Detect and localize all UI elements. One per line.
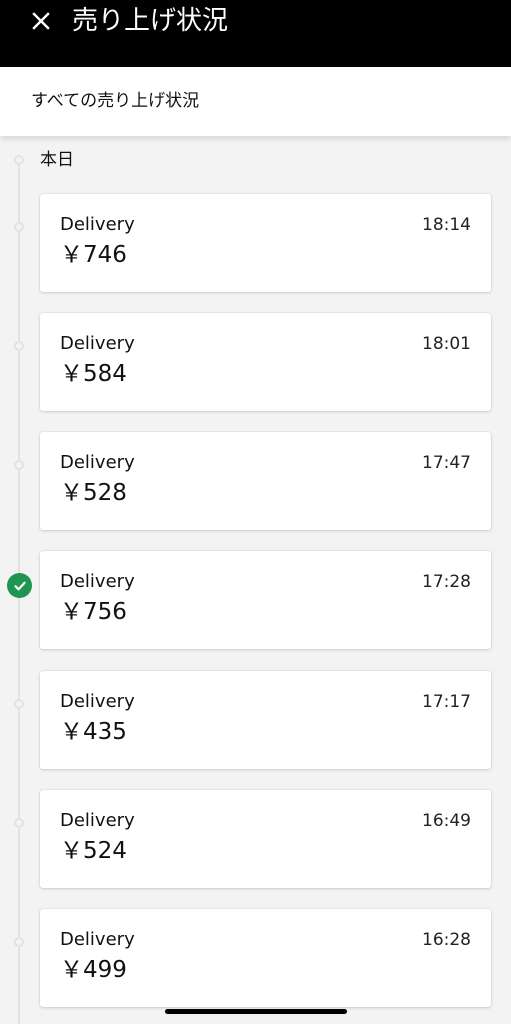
close-button[interactable] — [24, 4, 58, 38]
sale-time: 18:14 — [422, 215, 471, 235]
sale-card[interactable]: Delivery 16:49 ￥524 — [40, 790, 491, 888]
sale-type: Delivery — [60, 571, 135, 592]
sale-type: Delivery — [60, 452, 135, 473]
sale-amount: ￥528 — [60, 480, 127, 506]
check-icon — [7, 573, 32, 598]
sale-time: 17:28 — [422, 572, 471, 592]
sale-type: Delivery — [60, 691, 135, 712]
timeline-dot — [14, 699, 24, 709]
section-label-today: 本日 — [40, 150, 74, 170]
sale-amount: ￥524 — [60, 838, 127, 864]
close-icon — [32, 12, 50, 30]
sale-card[interactable]: Delivery 17:17 ￥435 — [40, 671, 491, 769]
filter-label: すべての売り上げ状況 — [31, 91, 200, 111]
timeline-dot — [14, 937, 24, 947]
sale-card[interactable]: Delivery 17:28 ￥756 — [40, 551, 491, 649]
filter-bar[interactable]: すべての売り上げ状況 — [0, 67, 511, 136]
sale-type: Delivery — [60, 214, 135, 235]
sale-amount: ￥756 — [60, 599, 127, 625]
sale-amount: ￥584 — [60, 361, 127, 387]
sale-card[interactable]: Delivery 18:14 ￥746 — [40, 194, 491, 292]
sale-time: 18:01 — [422, 334, 471, 354]
sale-card[interactable]: Delivery 16:28 ￥499 — [40, 909, 491, 1007]
sale-card[interactable]: Delivery 18:01 ￥584 — [40, 313, 491, 411]
home-indicator[interactable] — [165, 1009, 347, 1014]
sale-time: 17:47 — [422, 453, 471, 473]
top-bar: 売り上げ状況 — [0, 0, 511, 67]
sale-type: Delivery — [60, 810, 135, 831]
sale-time: 16:28 — [422, 930, 471, 950]
timeline-dot — [14, 341, 24, 351]
page-title: 売り上げ状況 — [72, 6, 229, 36]
sale-amount: ￥746 — [60, 242, 127, 268]
sale-time: 17:17 — [422, 692, 471, 712]
sale-card[interactable]: Delivery 17:47 ￥528 — [40, 432, 491, 530]
timeline-dot — [14, 818, 24, 828]
sale-time: 16:49 — [422, 811, 471, 831]
timeline-dot — [14, 222, 24, 232]
timeline-dot — [14, 460, 24, 470]
sales-timeline: 本日 Delivery 18:14 ￥746 Delivery 18:01 ￥5… — [0, 136, 511, 1024]
sale-type: Delivery — [60, 929, 135, 950]
timeline-dot — [14, 155, 24, 165]
sale-amount: ￥435 — [60, 719, 127, 745]
sale-amount: ￥499 — [60, 957, 127, 983]
sale-type: Delivery — [60, 333, 135, 354]
sales-status-screen: 売り上げ状況 すべての売り上げ状況 本日 Delivery 18:14 ￥746… — [0, 0, 511, 1024]
